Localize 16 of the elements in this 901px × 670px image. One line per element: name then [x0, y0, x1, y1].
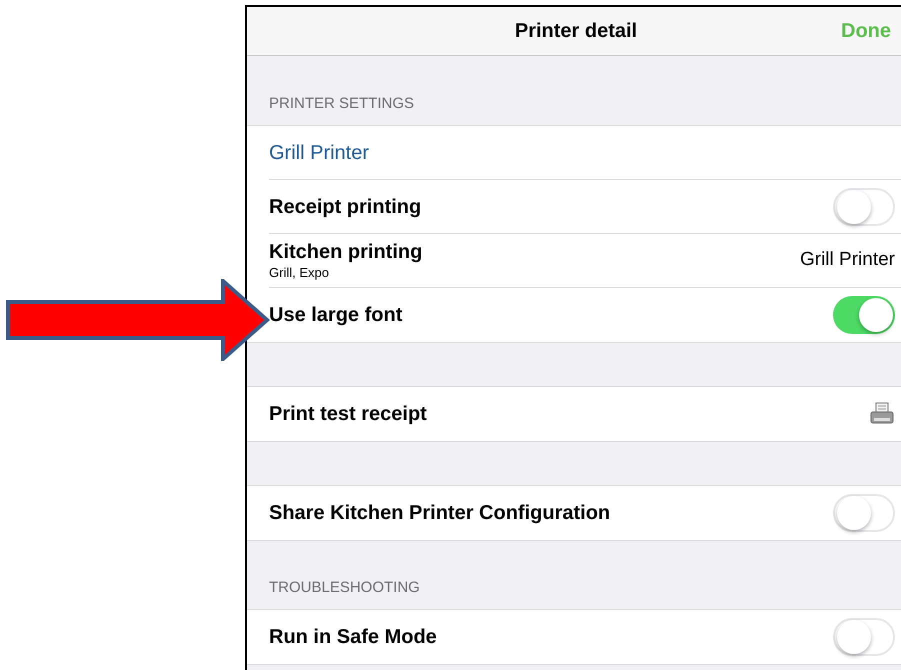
- toggle-switch[interactable]: [833, 618, 895, 656]
- toggle-switch[interactable]: [833, 494, 895, 532]
- setting-subtitle: Grill, Expo: [269, 264, 330, 282]
- toggle-switch[interactable]: [833, 188, 895, 226]
- section-header: TROUBLESHOOTING: [269, 578, 420, 598]
- setting-label: Kitchen printing: [269, 240, 422, 265]
- printer-name-link[interactable]: Grill Printer: [269, 138, 370, 168]
- setting-label: Receipt printing: [269, 194, 422, 220]
- toggle-switch[interactable]: [833, 296, 895, 334]
- nav-title: Printer detail: [514, 19, 638, 44]
- section-header: PRINTER SETTINGS: [269, 94, 414, 114]
- setting-value[interactable]: Grill Printer: [800, 246, 895, 275]
- setting-label: Use large font: [269, 303, 402, 328]
- setting-label: Share Kitchen Printer Configuration: [269, 501, 610, 526]
- setting-label: Run in Safe Mode: [269, 625, 437, 650]
- action-label[interactable]: Print test receipt: [269, 399, 427, 429]
